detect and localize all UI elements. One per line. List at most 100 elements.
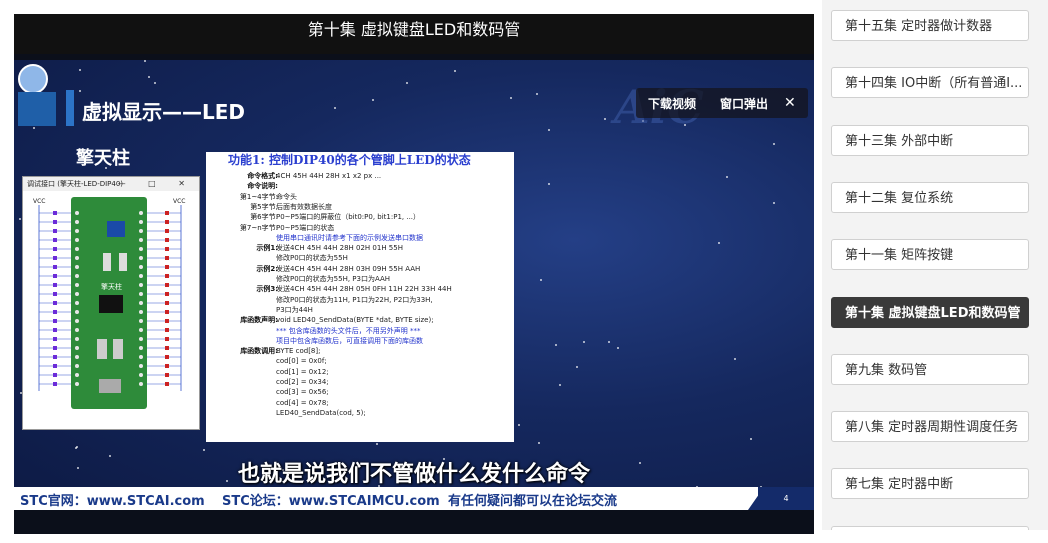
star [518,424,520,426]
led-indicator [165,211,169,215]
header-pin [139,346,143,350]
course-logo-icon [18,64,48,94]
star [617,347,619,349]
led-indicator [165,274,169,278]
header-pin [75,220,79,224]
header-pin [75,283,79,287]
board-window-title: 调试接口 (擎天柱-LED-DIP40) [27,180,124,188]
push-button [119,253,127,271]
vcc-right-label: VCC [173,198,185,205]
star [376,443,378,445]
star [576,366,578,368]
star [773,202,775,204]
header-pin [75,328,79,332]
video-frame[interactable]: 虚拟显示——LED 擎天柱 AiC 调试接口 (擎天柱-LED-DIP40) —… [14,60,814,510]
info-title: 功能1: 控制DIP40的各个管脚上LED的状态 [228,153,471,167]
header-pin [75,265,79,269]
header-pin [139,229,143,233]
info-row-value: BYTE cod[8]; [276,347,321,356]
mcu-chip [99,295,123,313]
led-indicator [165,355,169,359]
playlist-item[interactable]: 第十二集 复位系统 [831,181,1029,213]
led-indicator [53,220,57,224]
board-window-titlebar: 调试接口 (擎天柱-LED-DIP40) — □ ✕ [23,177,199,191]
star [604,118,606,120]
info-row-value: 修改P0口的状态为55H, P3口为AAH [276,275,391,283]
info-row-value: 后面有效数据长度 [276,202,332,211]
playlist-item[interactable]: 第十五集 定时器做计数器 [831,10,1029,41]
close-icon[interactable]: ✕ [780,95,808,111]
led-indicator [53,247,57,251]
led-indicator [165,247,169,251]
info-row-label: 第7~n字节: [239,223,278,232]
playlist-item[interactable]: 第七集 定时器中断 [831,468,1029,500]
episode-playlist[interactable]: 第十五集 定时器做计数器 第十四集 IO中断（所有普通I... 第十三集 外部中断第… [822,0,1048,530]
playlist-item[interactable]: 第八集 定时器周期性调度任务 [831,411,1029,443]
playlist-item[interactable]: 第十集 虚拟键盘LED和数码管 [831,296,1029,328]
header-pin [139,274,143,278]
video-player[interactable]: 第十集 虚拟键盘LED和数码管 虚拟显示——LED 擎天柱 AiC 调试接口 (… [14,14,814,534]
playlist-item[interactable]: 第九集 数码管 [831,353,1029,385]
info-row-label: 示例3: [256,285,278,294]
led-indicator [53,265,57,269]
popout-window-button[interactable]: 窗口弹出 [708,95,780,112]
info-row-label: 示例1: [256,244,278,253]
led-indicator [53,256,57,260]
playlist-item[interactable] [831,525,1029,530]
header-pin [75,229,79,233]
info-row-label: 第1~4字节: [239,192,278,201]
slide-heading: 虚拟显示——LED [82,100,246,124]
star [33,127,35,129]
playlist-item[interactable]: 第十三集 外部中断 [831,124,1029,156]
playlist-item[interactable]: 第十一集 矩阵按键 [831,239,1029,271]
led-indicator [53,382,57,386]
led-indicator [165,292,169,296]
header-pin [139,355,143,359]
led-column-left [39,211,71,386]
led-indicator [165,220,169,224]
star [372,99,374,101]
led-indicator [165,337,169,341]
led-indicator [165,301,169,305]
download-video-button[interactable]: 下载视频 [636,95,708,112]
slide-footer: STC官网：www.STCAI.com STC论坛：www.STCAIMCU.c… [14,487,814,510]
star [454,70,456,72]
usb-port [99,379,121,393]
led-indicator [53,319,57,323]
info-row-value: LED40_SendData(cod, 5); [276,408,366,417]
led-indicator [165,319,169,323]
footer-note: 有任何疑问都可以在论坛交流 [448,494,618,509]
playlist-item[interactable]: 第十四集 IO中断（所有普通I... [831,67,1029,99]
header-pin [139,211,143,215]
header-pin [139,310,143,314]
led-indicator [53,328,57,332]
push-button [97,339,107,359]
led-indicator [53,301,57,305]
info-row-value: 发送4CH 45H 44H 28H 03H 09H 55H AAH [276,264,421,273]
decor-square [18,92,56,126]
header-pin [139,328,143,332]
star [79,69,81,71]
info-row-label: 库函数声明: [240,316,278,325]
info-row-value: 使用串口通讯时请参考下面的示例发送串口数据 [276,233,423,242]
info-row-value: cod[2] = 0x34; [276,378,329,386]
header-pin [139,364,143,368]
led-indicator [53,310,57,314]
led-indicator [165,265,169,269]
header-pin [75,274,79,278]
header-pin [75,346,79,350]
header-pin [75,364,79,368]
star [548,183,550,185]
info-row-value: 发送4CH 45H 44H 28H 02H 01H 55H [276,244,403,253]
star [548,129,550,131]
led-indicator [165,328,169,332]
board-debug-window: 调试接口 (擎天柱-LED-DIP40) — □ ✕ VCC VCC 擎天柱 [22,176,200,430]
star [726,176,728,178]
header-pin [75,310,79,314]
push-button [113,339,123,359]
led-indicator [53,274,57,278]
info-row-value: P3口为44H [276,305,313,314]
board-label: 擎天柱 [101,282,122,291]
info-row-value: 修改P0口的状态为11H, P1口为22H, P2口为33H, [276,295,433,304]
led-indicator [165,364,169,368]
